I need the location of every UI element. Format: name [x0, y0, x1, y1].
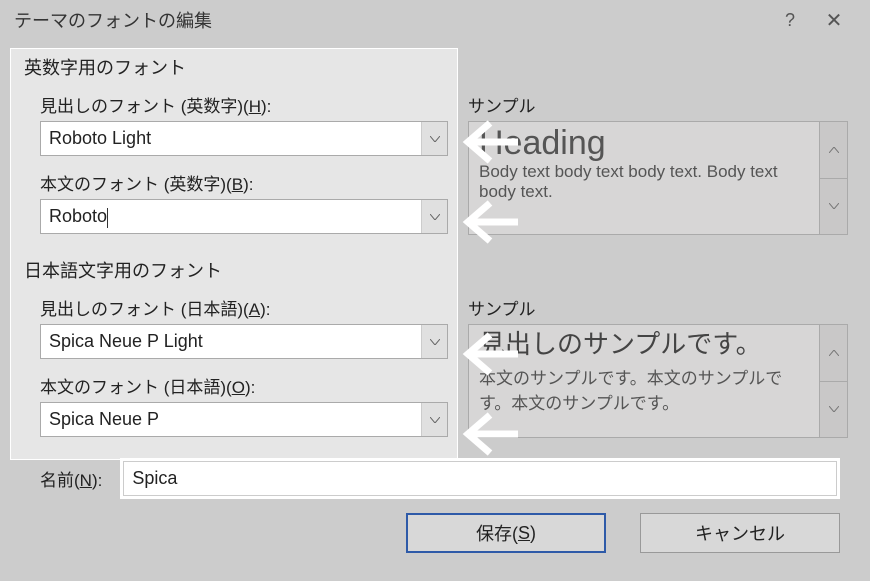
chevron-down-icon — [829, 406, 839, 412]
jp-body-font-input[interactable]: Spica Neue P — [41, 403, 421, 436]
name-input[interactable]: Spica — [123, 461, 837, 496]
arrow-annotation-icon — [462, 198, 520, 246]
dropdown-button[interactable] — [421, 122, 447, 155]
latin-body-font-input[interactable]: Roboto — [41, 200, 421, 233]
cancel-button[interactable]: キャンセル — [640, 513, 840, 553]
spinner-up-button[interactable] — [820, 122, 847, 179]
latin-section-title: 英数字用のフォント — [0, 40, 870, 86]
chevron-down-icon — [430, 339, 440, 345]
latin-heading-font-input[interactable]: Roboto Light — [41, 122, 421, 155]
name-label: 名前(N): — [40, 466, 102, 491]
save-button[interactable]: 保存(S) — [406, 513, 606, 553]
chevron-down-icon — [430, 417, 440, 423]
arrow-annotation-icon — [462, 118, 520, 166]
spinner-down-button[interactable] — [820, 382, 847, 438]
jp-sample-label: サンプル — [468, 295, 848, 320]
chevron-up-icon — [829, 350, 839, 356]
arrow-annotation-icon — [462, 330, 520, 378]
chevron-down-icon — [430, 136, 440, 142]
jp-sample-body: 本文のサンプルです。本文のサンプルです。本文のサンプルです。 — [479, 364, 809, 414]
latin-sample-body: Body text body text body text. Body text… — [479, 162, 809, 202]
dialog-title: テーマのフォントの編集 — [14, 7, 768, 33]
latin-fonts-section: 英数字用のフォント 見出しのフォント (英数字)(H): Roboto Ligh… — [0, 40, 870, 243]
arrow-annotation-icon — [462, 410, 520, 458]
titlebar: テーマのフォントの編集 ? ✕ — [0, 0, 870, 40]
jp-section-title: 日本語文字用のフォント — [0, 243, 870, 289]
latin-sample-box: Heading Body text body text body text. B… — [468, 121, 848, 235]
spinner-up-button[interactable] — [820, 325, 847, 382]
latin-heading-font-combo[interactable]: Roboto Light — [40, 121, 448, 156]
dropdown-button[interactable] — [421, 403, 447, 436]
spinner-down-button[interactable] — [820, 179, 847, 235]
close-button[interactable]: ✕ — [812, 8, 856, 33]
latin-heading-label: 見出しのフォント (英数字)(H): — [40, 92, 458, 117]
dropdown-button[interactable] — [421, 325, 447, 358]
dropdown-button[interactable] — [421, 200, 447, 233]
chevron-down-icon — [829, 203, 839, 209]
latin-sample-heading: Heading — [479, 126, 809, 160]
sample-spinner — [819, 122, 847, 234]
jp-sample-box: 見出しのサンプルです。 本文のサンプルです。本文のサンプルです。本文のサンプルで… — [468, 324, 848, 438]
help-button[interactable]: ? — [768, 10, 812, 31]
jp-body-label: 本文のフォント (日本語)(O): — [40, 373, 458, 398]
jp-heading-label: 見出しのフォント (日本語)(A): — [40, 295, 458, 320]
japanese-fonts-section: 日本語文字用のフォント 見出しのフォント (日本語)(A): Spica Neu… — [0, 243, 870, 446]
chevron-up-icon — [829, 147, 839, 153]
button-row: 保存(S) キャンセル — [0, 499, 870, 553]
chevron-down-icon — [430, 214, 440, 220]
latin-sample-label: サンプル — [468, 92, 848, 117]
latin-body-label: 本文のフォント (英数字)(B): — [40, 170, 458, 195]
sample-spinner — [819, 325, 847, 437]
latin-body-font-combo[interactable]: Roboto — [40, 199, 448, 234]
jp-sample-heading: 見出しのサンプルです。 — [479, 329, 809, 360]
jp-body-font-combo[interactable]: Spica Neue P — [40, 402, 448, 437]
jp-heading-font-combo[interactable]: Spica Neue P Light — [40, 324, 448, 359]
jp-heading-font-input[interactable]: Spica Neue P Light — [41, 325, 421, 358]
name-row: 名前(N): Spica — [0, 446, 870, 499]
